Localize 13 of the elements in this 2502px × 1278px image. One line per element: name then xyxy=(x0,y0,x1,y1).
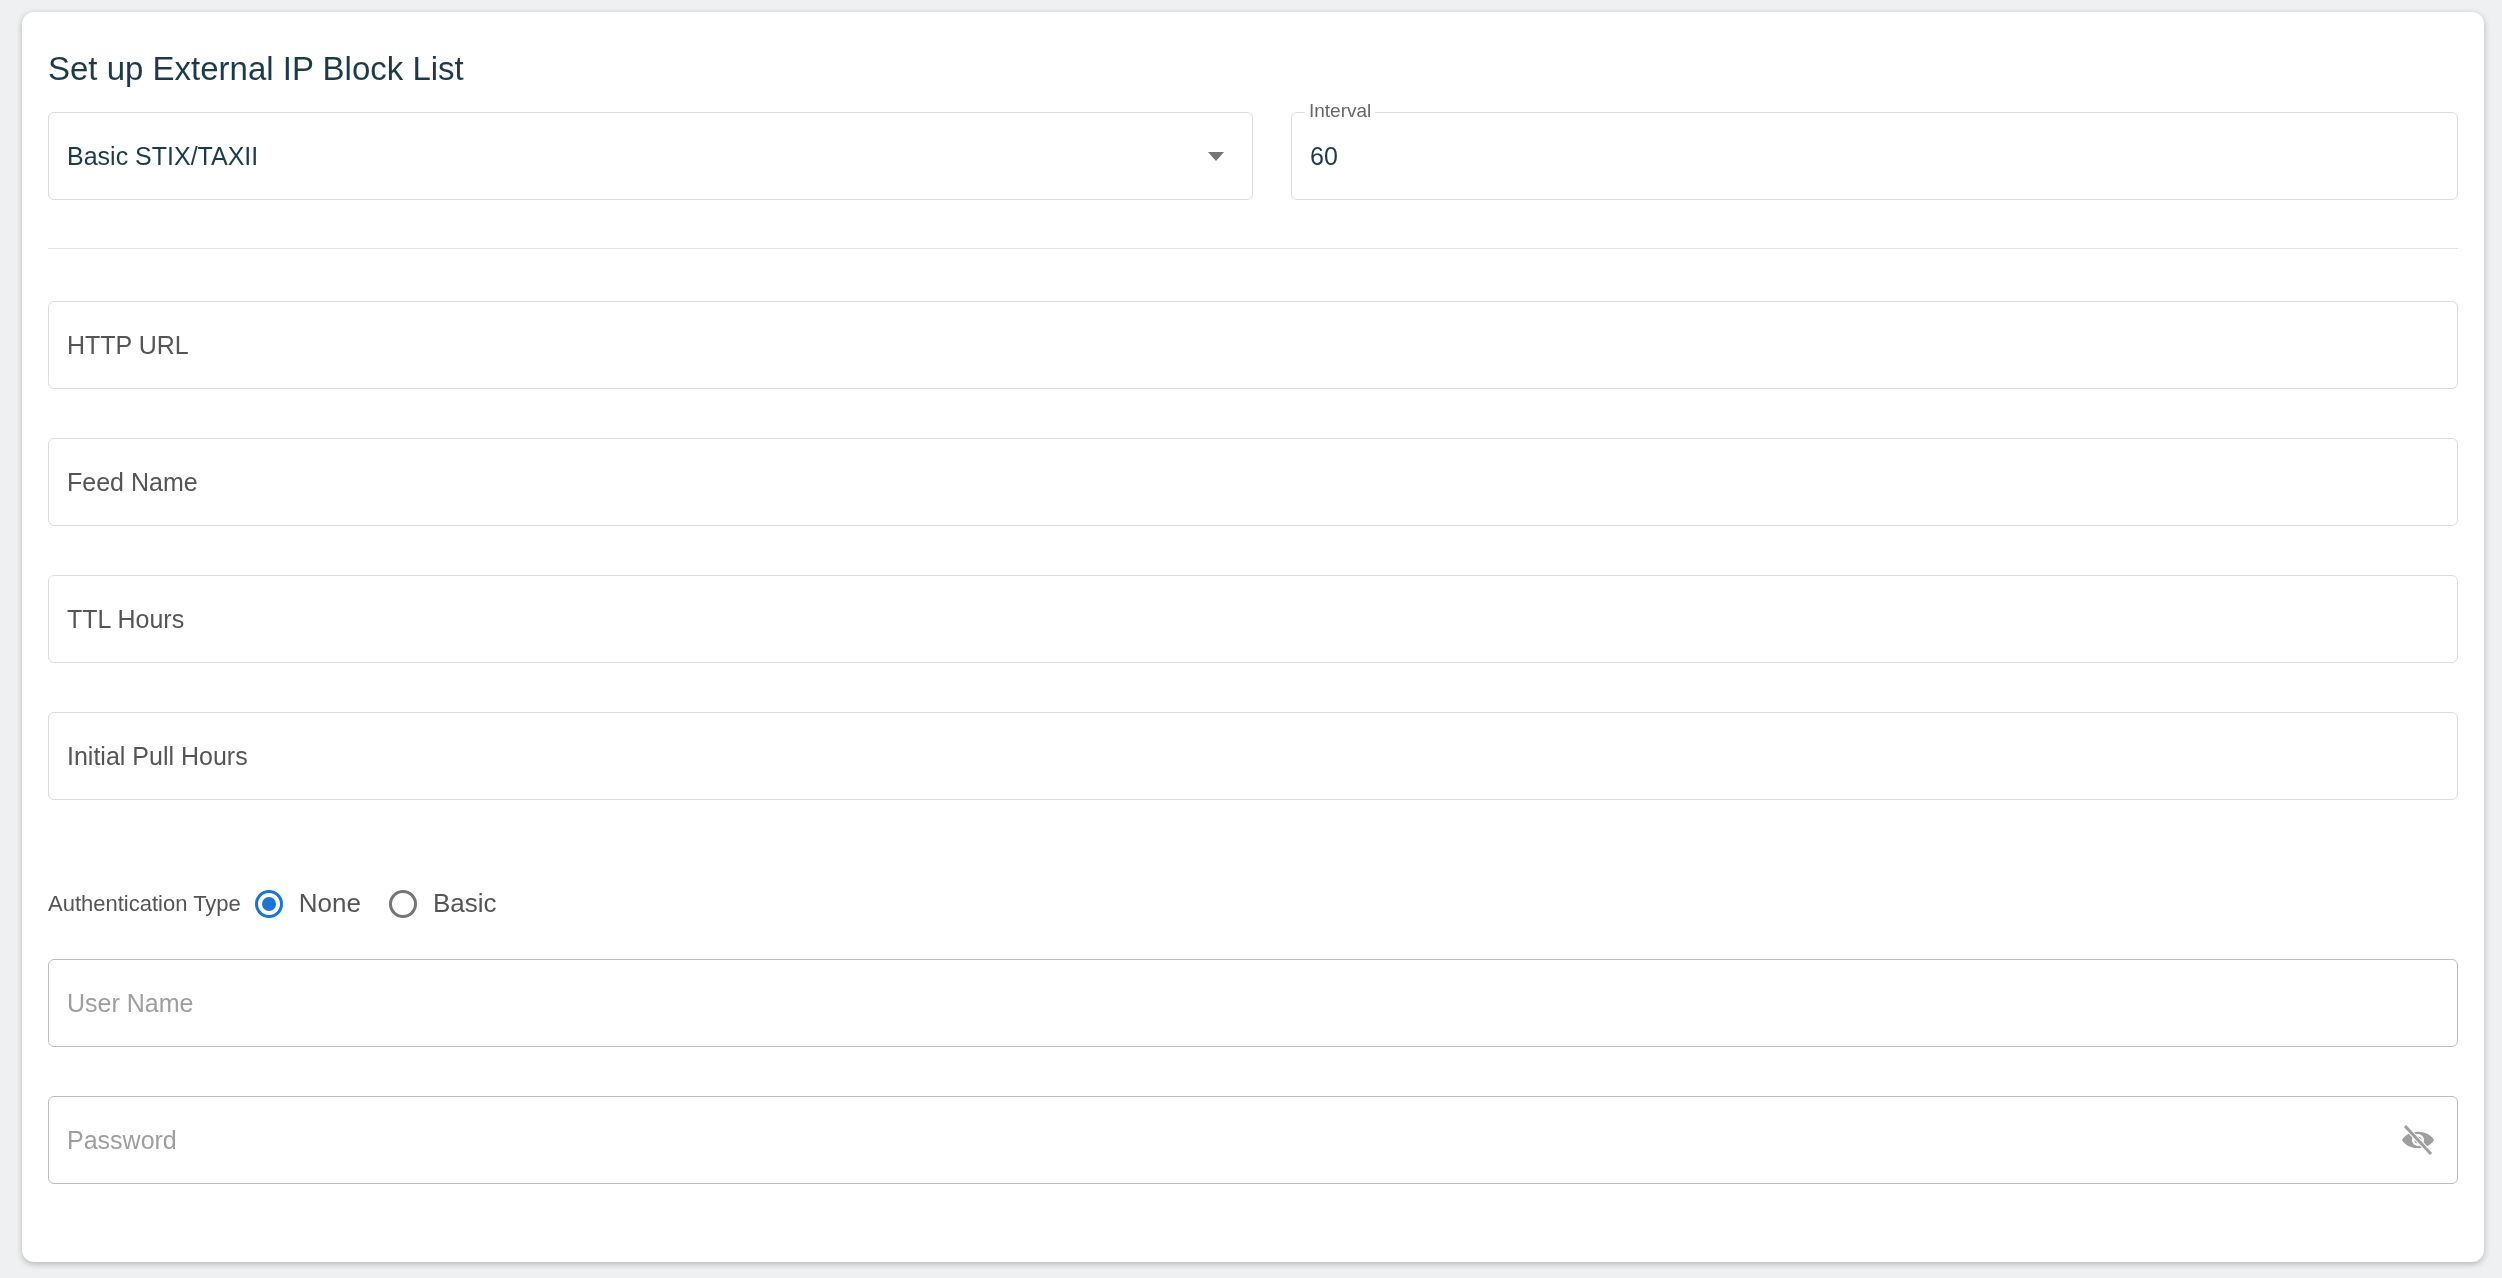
input-field[interactable]: User Name xyxy=(48,959,2458,1047)
radio-option[interactable]: Basic xyxy=(389,888,497,919)
caret-icon xyxy=(1208,151,1224,161)
input-field[interactable]: TTL Hours xyxy=(48,575,2458,663)
source-select[interactable]: Basic STIX/TAXII xyxy=(48,112,1253,200)
authentication-label: Authentication Type xyxy=(48,890,241,917)
radio-option[interactable]: None xyxy=(254,888,361,919)
password-field[interactable]: Password xyxy=(48,1096,2458,1184)
input-field[interactable]: Feed Name xyxy=(48,438,2458,526)
input-field[interactable]: Initial Pull Hours xyxy=(48,712,2458,800)
eye-off-icon[interactable] xyxy=(2400,1125,2436,1155)
input-field[interactable]: HTTP URL xyxy=(48,301,2458,389)
form-title: Set up External IP Block List xyxy=(48,50,465,88)
